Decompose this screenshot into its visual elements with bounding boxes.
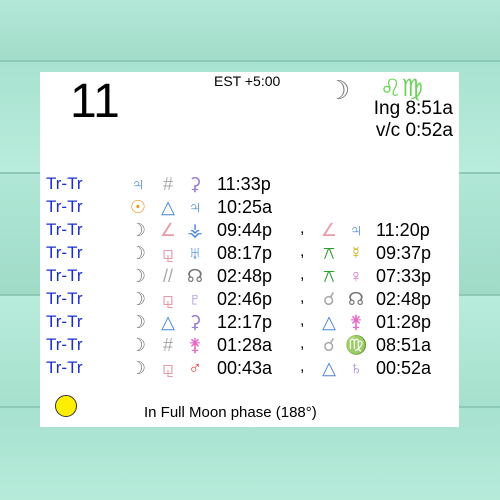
aspect-time: 11:20p <box>376 220 430 240</box>
separator: , <box>300 358 305 375</box>
aspect-time: 09:37p <box>376 243 432 263</box>
separator: , <box>300 289 305 306</box>
transit-label: Tr-Tr <box>46 312 83 331</box>
planet-icon: ♂ <box>188 358 202 378</box>
planet-icon: ⚳ <box>188 312 202 332</box>
separator: , <box>300 243 305 260</box>
aspect-icon: ∠ <box>159 220 177 240</box>
transit-label: Tr-Tr <box>46 266 83 285</box>
moon-phase-text: In Full Moon phase (188°) <box>144 404 317 421</box>
day-number: 11 <box>70 75 120 128</box>
aspect-icon: ⚻ <box>323 243 335 263</box>
transit-label: Tr-Tr <box>46 220 83 239</box>
separator: , <box>300 312 305 329</box>
aspect-icon: ☌ <box>322 289 336 309</box>
aspect-time: 01:28a <box>217 335 273 355</box>
timezone-label: EST +5:00 <box>214 73 281 89</box>
aspect-icon: △ <box>322 312 336 332</box>
planet-icon: ☽ <box>129 289 147 309</box>
planet-icon: ☊ <box>187 266 203 286</box>
aspect-time: 08:51a <box>376 335 432 355</box>
aspect-icon: △ <box>161 312 175 332</box>
planet-icon: ⚳ <box>188 174 202 194</box>
planet-icon: ☽ <box>129 335 147 355</box>
aspect-time: 01:28p <box>376 312 432 332</box>
aspect-time: 00:52a <box>376 358 432 378</box>
planet-icon: ♅ <box>188 243 202 263</box>
transit-label: Tr-Tr <box>46 243 83 262</box>
aspect-icon: △ <box>322 358 336 378</box>
planet-icon: ☽ <box>129 243 147 263</box>
aspect-icon: ∠ <box>320 220 338 240</box>
aspect-icon: ⚼ <box>161 243 175 263</box>
transit-label: Tr-Tr <box>46 335 83 354</box>
planet-icon: ☽ <box>129 220 147 240</box>
planet-icon: ♍ <box>345 335 368 355</box>
aspect-time: 11:33p <box>217 174 271 194</box>
plank <box>0 0 500 60</box>
aspect-time: 02:48p <box>376 289 432 309</box>
ingress-info: Ing 8:51a v/c 0:52a <box>374 98 453 142</box>
aspect-icon: # <box>162 335 173 355</box>
aspect-icon: ⚼ <box>161 358 175 378</box>
calendar-card: 11 EST +5:00 ☽ ♌♍ Ing 8:51a v/c 0:52a Tr… <box>40 72 459 427</box>
separator: , <box>300 266 305 283</box>
planet-icon: ♄ <box>349 358 363 378</box>
void-of-course-time: v/c 0:52a <box>375 120 453 141</box>
aspect-icon: // <box>162 266 173 286</box>
aspect-time: 10:25a <box>217 197 273 217</box>
planet-icon: ☽ <box>129 312 147 332</box>
sun-phase-icon <box>55 395 77 417</box>
planet-icon: ⚵ <box>349 312 363 332</box>
aspect-time: 02:46p <box>217 289 273 309</box>
planet-icon: ⚶ <box>187 220 203 240</box>
planet-icon: ♃ <box>349 220 363 240</box>
planet-icon: ⚵ <box>188 335 202 355</box>
planet-icon: ☊ <box>348 289 364 309</box>
separator: , <box>300 220 305 237</box>
planet-icon: ♇ <box>188 289 202 309</box>
aspect-icon: ⚻ <box>323 266 335 286</box>
planet-icon: ☽ <box>129 358 147 378</box>
ingress-time: Ing 8:51a <box>373 98 453 119</box>
aspect-time: 08:17p <box>217 243 273 263</box>
aspect-time: 09:44p <box>217 220 273 240</box>
aspect-time: 07:33p <box>376 266 432 286</box>
aspect-time: 00:43a <box>217 358 273 378</box>
transit-label: Tr-Tr <box>46 197 83 216</box>
planet-icon: ☿ <box>349 243 363 263</box>
aspect-icon: ⚼ <box>161 289 175 309</box>
planet-icon: ♀ <box>349 266 363 286</box>
transit-label: Tr-Tr <box>46 358 83 377</box>
aspect-time: 02:48p <box>217 266 273 286</box>
separator: , <box>300 335 305 352</box>
planet-icon: ☉ <box>129 197 147 217</box>
aspect-icon: ☌ <box>322 335 336 355</box>
aspect-icon: # <box>162 174 173 194</box>
moon-icon: ☽ <box>327 76 351 106</box>
transit-label: Tr-Tr <box>46 289 83 308</box>
transit-label: Tr-Tr <box>46 174 83 193</box>
planet-icon: ☽ <box>129 266 147 286</box>
planet-icon: ♃ <box>131 174 145 194</box>
planet-icon: ♃ <box>188 197 202 217</box>
aspect-icon: △ <box>161 197 175 217</box>
aspect-time: 12:17p <box>217 312 273 332</box>
